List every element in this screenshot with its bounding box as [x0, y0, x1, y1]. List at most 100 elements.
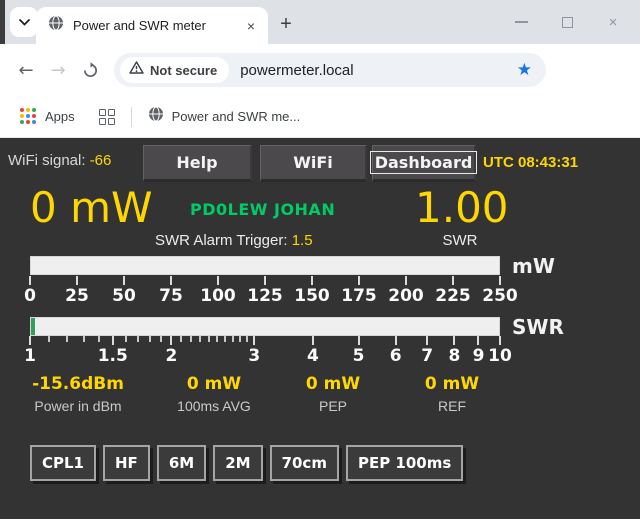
collections-icon[interactable]: [99, 109, 115, 125]
scale-tick: [312, 336, 314, 345]
scale-tick: [239, 336, 241, 342]
bookmark-star-icon[interactable]: ★: [517, 60, 532, 80]
band-button-70cm[interactable]: 70cm: [270, 445, 339, 481]
minimize-button[interactable]: [498, 0, 544, 44]
stat-value: 0 mW: [362, 374, 542, 394]
header-button-help[interactable]: Help: [143, 145, 252, 182]
scale-tick: [137, 336, 139, 342]
maximize-button[interactable]: [544, 0, 590, 44]
scale-label: 125: [243, 286, 287, 306]
scale-tick: [199, 336, 201, 342]
scale-tick: [170, 276, 172, 285]
browser-window: Power and SWR meter × + × ← → Not secure…: [0, 0, 640, 519]
scale-label: 75: [149, 286, 193, 306]
address-bar[interactable]: Not secure powermeter.local ★: [114, 53, 546, 87]
maximize-icon: [562, 17, 573, 28]
reload-icon[interactable]: [74, 62, 106, 79]
header-button-label: Dashboard: [370, 151, 478, 174]
window-close-button[interactable]: ×: [590, 0, 636, 44]
apps-grid-icon[interactable]: [20, 108, 37, 125]
band-button-hf[interactable]: HF: [103, 445, 150, 481]
back-icon[interactable]: ←: [10, 60, 42, 81]
security-chip[interactable]: Not secure: [120, 57, 229, 83]
scale-tick: [358, 276, 360, 285]
stat-ref: 0 mW REF: [362, 374, 542, 414]
scale-tick: [76, 276, 78, 285]
scale-label: 4: [291, 346, 335, 366]
wifi-signal-label: WiFi signal:: [8, 152, 86, 169]
scale-tick: [29, 276, 31, 285]
globe-bookmark-icon: [148, 106, 164, 127]
swr-alarm: SWR Alarm Trigger: 1.5: [155, 232, 313, 249]
scale-label: 250: [478, 286, 522, 306]
url-text[interactable]: powermeter.local: [240, 62, 517, 79]
warning-icon: [129, 61, 144, 79]
scale-label: 200: [384, 286, 428, 306]
power-meter-unit: mW: [512, 254, 555, 278]
band-button-pep-100ms[interactable]: PEP 100ms: [346, 445, 463, 481]
scale-tick: [395, 336, 397, 345]
scale-tick: [98, 336, 100, 342]
bookmarks-bar: Apps Power and SWR me...: [0, 96, 640, 138]
utc-clock: UTC 08:43:31: [483, 154, 578, 171]
minimize-icon: [515, 21, 528, 23]
callsign-text: PD0LEW JOHAN: [190, 200, 335, 219]
scale-label: 25: [55, 286, 99, 306]
browser-tab[interactable]: Power and SWR meter ×: [36, 7, 268, 44]
scale-tick: [216, 336, 218, 342]
power-meter-scale: 0255075100125150175200225250: [30, 276, 500, 318]
scale-tick: [190, 336, 192, 342]
swr-meter-bar: [30, 317, 500, 336]
scale-tick: [426, 336, 428, 345]
header-button-dashboard[interactable]: Dashboard: [372, 145, 476, 182]
bookmark-item[interactable]: Power and SWR me...: [148, 106, 301, 127]
scale-label: 150: [290, 286, 334, 306]
window-controls: ×: [498, 0, 636, 44]
scale-label: 2: [149, 346, 193, 366]
band-button-2m[interactable]: 2M: [213, 445, 262, 481]
powermeter-app: WiFi signal: -66 Help WiFi Dashboard UTC 0…: [0, 138, 640, 519]
chevron-down-icon: [19, 13, 30, 31]
scale-label: 1: [8, 346, 52, 366]
band-button-cpl1[interactable]: CPL1: [30, 445, 96, 481]
band-button-6m[interactable]: 6M: [157, 445, 206, 481]
scale-label: 3: [232, 346, 276, 366]
tab-title: Power and SWR meter: [73, 18, 242, 33]
band-button-row: CPL1HF6M2M70cmPEP 100ms: [30, 445, 463, 481]
globe-favicon-icon: [48, 15, 64, 36]
scale-label: 100: [196, 286, 240, 306]
scale-tick: [180, 336, 182, 342]
scale-tick: [217, 276, 219, 285]
scale-label: 225: [431, 286, 475, 306]
scale-tick: [246, 336, 248, 342]
wifi-signal-value: -66: [90, 152, 112, 169]
scale-label: 50: [102, 286, 146, 306]
apps-label[interactable]: Apps: [45, 109, 75, 124]
scale-tick: [208, 336, 210, 342]
window-edge: [0, 0, 5, 44]
scale-label: 10: [478, 346, 522, 366]
scale-tick: [311, 276, 313, 285]
swr-main-value: 1.00: [415, 187, 509, 229]
header-button-label: Help: [176, 153, 217, 172]
tab-strip: Power and SWR meter × + ×: [0, 0, 640, 44]
header-button-wifi[interactable]: WiFi: [260, 145, 367, 182]
swr-meter-scale: 11.52345678910: [30, 336, 500, 378]
power-meter-bar: [30, 256, 500, 275]
new-tab-button[interactable]: +: [272, 10, 300, 38]
stat-label: REF: [362, 398, 542, 414]
scale-label: 1.5: [91, 346, 135, 366]
scale-tick: [499, 336, 501, 345]
scale-tick: [83, 336, 85, 342]
swr-caption: SWR: [438, 232, 482, 249]
tab-close-icon[interactable]: ×: [242, 17, 260, 35]
forward-icon[interactable]: →: [42, 60, 74, 81]
scale-tick: [123, 276, 125, 285]
scale-tick: [66, 336, 68, 342]
header-button-label: WiFi: [293, 153, 333, 172]
tab-search-button[interactable]: [10, 7, 38, 37]
scale-tick: [477, 336, 479, 345]
bookmark-title: Power and SWR me...: [172, 109, 301, 124]
scale-tick: [149, 336, 151, 342]
scale-tick: [264, 276, 266, 285]
